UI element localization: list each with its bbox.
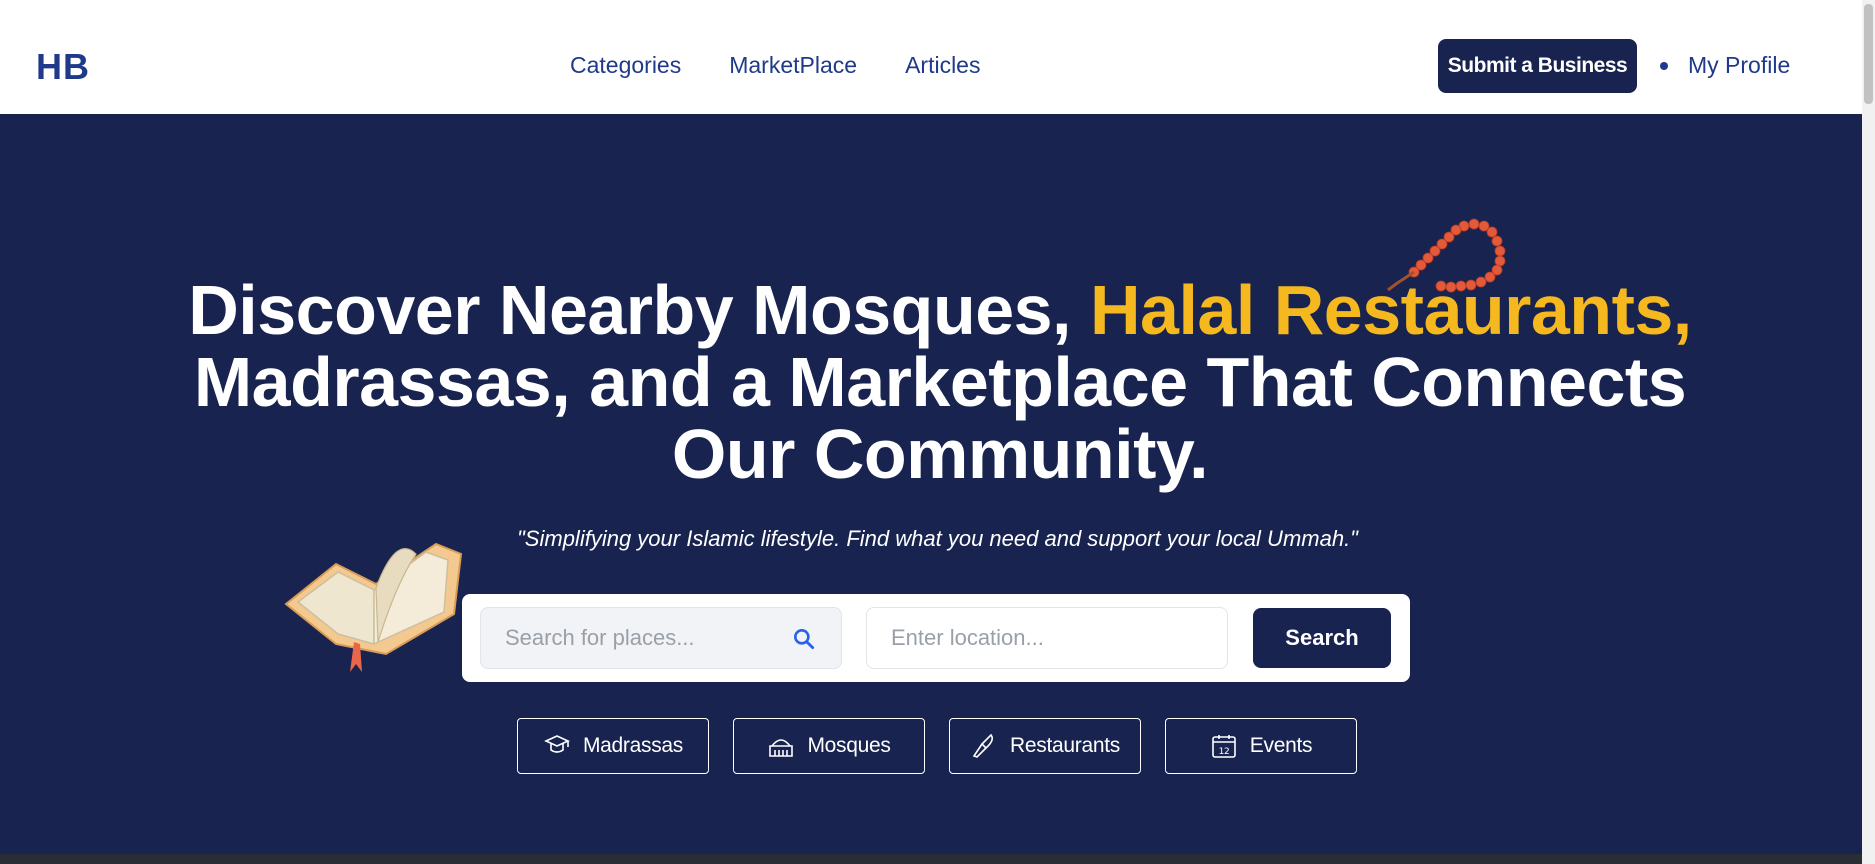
search-field-wrapper	[480, 607, 842, 669]
category-label: Madrassas	[582, 734, 683, 757]
category-shortcuts: Madrassas Mosques Restaurants 12 Events	[517, 718, 1357, 774]
category-label: Events	[1249, 734, 1313, 757]
category-restaurants[interactable]: Restaurants	[949, 718, 1141, 774]
location-input[interactable]	[866, 607, 1228, 669]
headline-part-2: Madrassas, and a Marketplace That Connec…	[193, 343, 1687, 493]
main-nav: Categories MarketPlace Articles	[570, 52, 980, 79]
category-events[interactable]: 12 Events	[1165, 718, 1357, 774]
site-header: HB Categories MarketPlace Articles Submi…	[0, 0, 1862, 114]
taskbar-strip	[0, 854, 1862, 864]
search-button[interactable]: Search	[1253, 608, 1391, 668]
headline-part-1: Discover Nearby Mosques,	[188, 271, 1090, 349]
nav-articles[interactable]: Articles	[905, 52, 980, 79]
my-profile-label: My Profile	[1688, 52, 1791, 78]
search-icon[interactable]	[791, 626, 817, 652]
submit-business-button[interactable]: Submit a Business	[1438, 39, 1637, 93]
category-label: Mosques	[807, 734, 891, 757]
graduation-cap-icon	[544, 735, 570, 753]
hero-headline: Discover Nearby Mosques, Halal Restauran…	[180, 274, 1700, 490]
mosque-icon	[769, 739, 794, 757]
open-book-illustration	[284, 542, 463, 672]
category-mosques[interactable]: Mosques	[733, 718, 925, 774]
page-scrollbar[interactable]	[1862, 0, 1875, 864]
nav-marketplace[interactable]: MarketPlace	[729, 52, 857, 79]
site-logo[interactable]: HB	[36, 46, 90, 88]
svg-text:12: 12	[1218, 747, 1229, 757]
knife-icon	[972, 733, 994, 758]
bullet-dot-icon	[1660, 61, 1668, 70]
calendar-icon: 12	[1211, 735, 1236, 758]
scrollbar-thumb[interactable]	[1864, 4, 1873, 104]
search-input[interactable]	[481, 608, 781, 668]
nav-categories[interactable]: Categories	[570, 52, 681, 79]
search-panel: Search	[462, 594, 1410, 682]
category-label: Restaurants	[1010, 734, 1120, 757]
hero-section: Discover Nearby Mosques, Halal Restauran…	[0, 114, 1862, 854]
category-madrassas[interactable]: Madrassas	[517, 718, 709, 774]
headline-highlight: Halal Restaurants,	[1089, 271, 1692, 349]
my-profile-link[interactable]: My Profile	[1660, 52, 1790, 79]
